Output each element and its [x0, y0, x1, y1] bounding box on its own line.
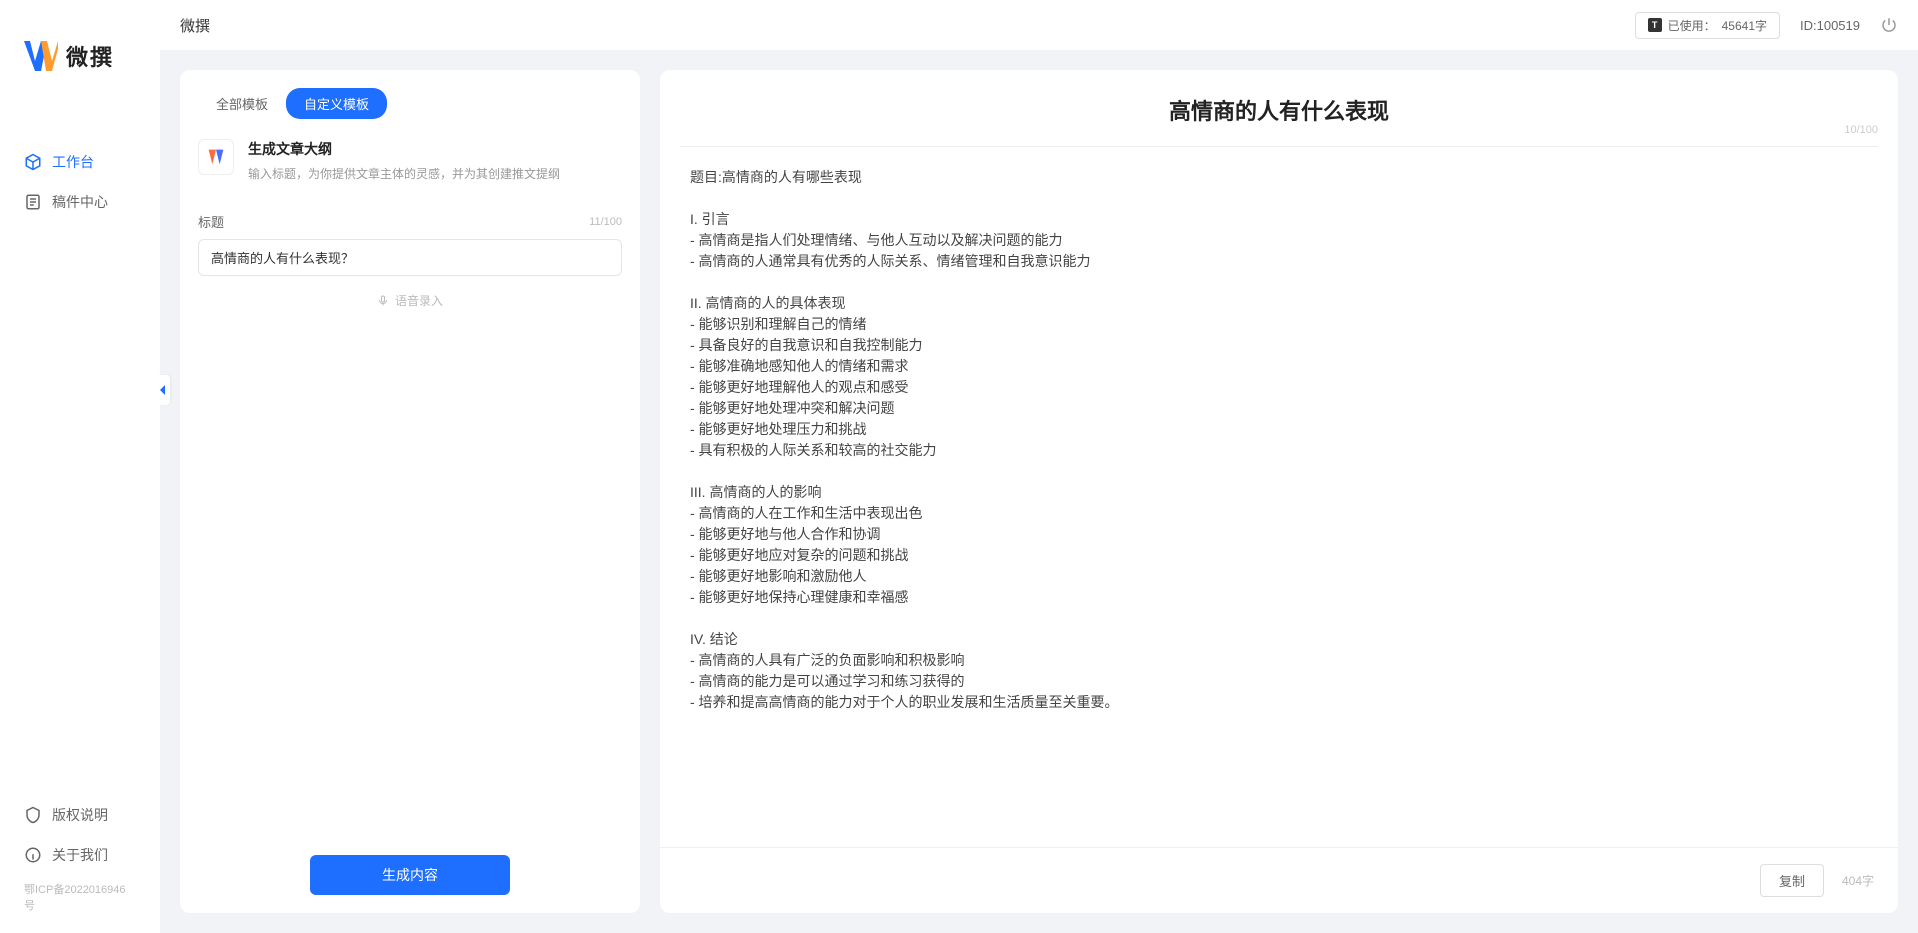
output-header: 高情商的人有什么表现 10/100 [680, 70, 1878, 147]
sidebar-bottom-label: 版权说明 [52, 805, 108, 825]
template-desc: 输入标题，为你提供文章主体的灵感，并为其创建推文提纲 [248, 165, 560, 182]
chevron-left-icon [159, 384, 167, 396]
title-char-count: 11/100 [589, 216, 622, 228]
topbar: 微撰 T 已使用： 45641字 ID:100519 [160, 0, 1918, 50]
voice-hint-text: 语音录入 [395, 292, 443, 309]
icp-text: 鄂ICP备2022016946号 [0, 875, 160, 913]
template-tabs: 全部模板 自定义模板 [180, 70, 640, 119]
tab-custom-templates[interactable]: 自定义模板 [286, 88, 387, 119]
user-id: ID:100519 [1800, 18, 1860, 33]
nav-label: 工作台 [52, 152, 94, 172]
sidebar-bottom: 版权说明 关于我们 [0, 795, 160, 875]
tab-all-templates[interactable]: 全部模板 [198, 88, 286, 119]
nav-label: 稿件中心 [52, 192, 108, 212]
microphone-icon [377, 294, 389, 308]
title-input[interactable] [198, 239, 622, 276]
form-area: 标题 11/100 语音录入 [180, 202, 640, 837]
power-icon[interactable] [1880, 16, 1898, 34]
output-panel: 高情商的人有什么表现 10/100 题目:高情商的人有哪些表现 I. 引言 - … [660, 70, 1898, 913]
nav-item-workspace[interactable]: 工作台 [0, 142, 160, 182]
output-title: 高情商的人有什么表现 [720, 94, 1838, 138]
voice-input-button[interactable]: 语音录入 [198, 276, 622, 325]
page-title: 微撰 [180, 15, 210, 36]
generate-footer: 生成内容 [180, 837, 640, 913]
shield-icon [24, 806, 42, 824]
usage-label: 已使用： [1668, 17, 1716, 34]
generate-button[interactable]: 生成内容 [310, 855, 510, 895]
usage-value: 45641字 [1722, 17, 1767, 34]
logo-mark-icon [24, 41, 58, 71]
cube-icon [24, 153, 42, 171]
nav: 工作台 稿件中心 [0, 102, 160, 795]
logo-text: 微撰 [66, 40, 114, 72]
output-body[interactable]: 题目:高情商的人有哪些表现 I. 引言 - 高情商是指人们处理情绪、与他人互动以… [660, 147, 1898, 847]
topbar-right: T 已使用： 45641字 ID:100519 [1635, 12, 1898, 39]
nav-item-drafts[interactable]: 稿件中心 [0, 182, 160, 222]
input-panel: 全部模板 自定义模板 生成文章大纲 输入标题，为你提供文章主体的灵感，并为其创建… [180, 70, 640, 913]
text-badge-icon: T [1648, 18, 1662, 32]
output-word-count: 404字 [1842, 872, 1874, 889]
field-header: 标题 11/100 [198, 212, 622, 231]
sidebar: 微撰 工作台 稿件中心 版权说明 [0, 0, 160, 933]
template-info: 生成文章大纲 输入标题，为你提供文章主体的灵感，并为其创建推文提纲 [248, 139, 560, 182]
copy-button[interactable]: 复制 [1760, 864, 1824, 897]
logo: 微撰 [0, 20, 160, 102]
template-icon [198, 139, 234, 175]
info-icon [24, 846, 42, 864]
output-title-count: 10/100 [1844, 124, 1878, 136]
output-footer: 复制 404字 [660, 847, 1898, 913]
sidebar-bottom-label: 关于我们 [52, 845, 108, 865]
main: 微撰 T 已使用： 45641字 ID:100519 全部模板 自定义模板 [160, 0, 1918, 933]
collapse-sidebar-button[interactable] [156, 375, 170, 405]
template-title: 生成文章大纲 [248, 139, 560, 159]
usage-pill[interactable]: T 已使用： 45641字 [1635, 12, 1780, 39]
content: 全部模板 自定义模板 生成文章大纲 输入标题，为你提供文章主体的灵感，并为其创建… [160, 50, 1918, 933]
sidebar-item-copyright[interactable]: 版权说明 [24, 795, 136, 835]
title-label: 标题 [198, 212, 224, 231]
document-icon [24, 193, 42, 211]
sidebar-item-about[interactable]: 关于我们 [24, 835, 136, 875]
template-card: 生成文章大纲 输入标题，为你提供文章主体的灵感，并为其创建推文提纲 [180, 119, 640, 202]
